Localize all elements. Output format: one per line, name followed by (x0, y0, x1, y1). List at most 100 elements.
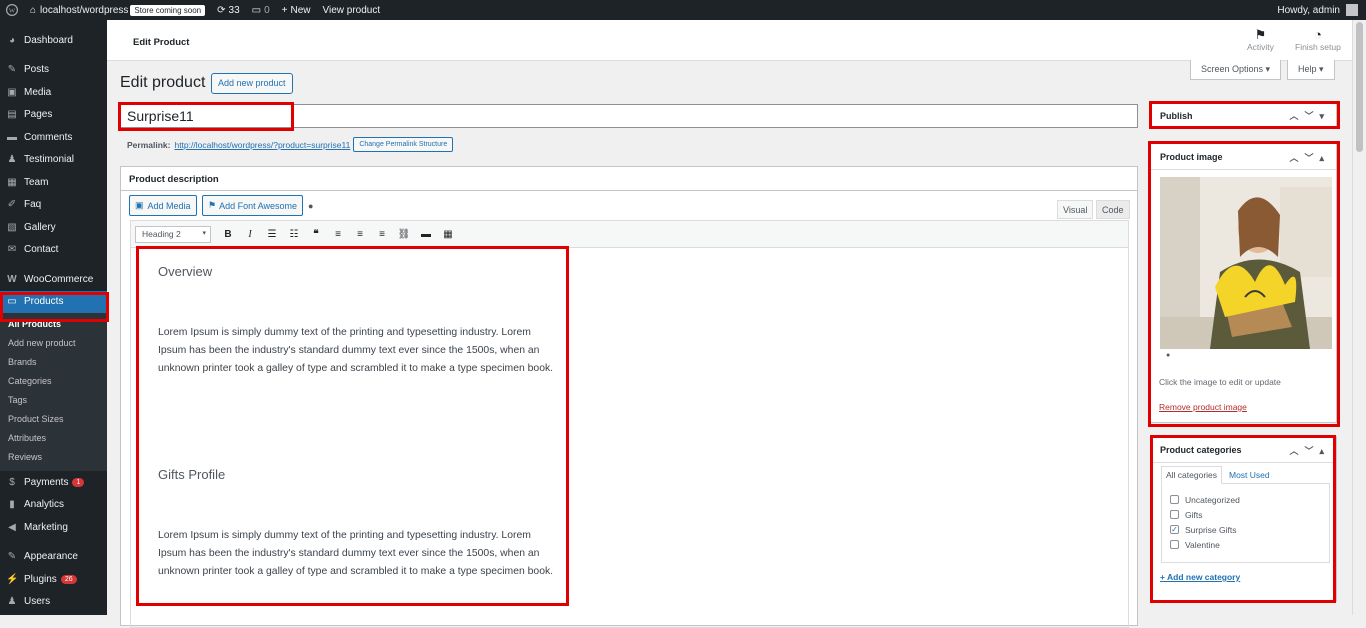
tab-most-used[interactable]: Most Used (1229, 470, 1270, 480)
blockquote-icon[interactable]: ❝ (305, 229, 327, 240)
sidebar-item-posts[interactable]: ✎ Posts (0, 59, 107, 82)
sidebar-item-contact[interactable]: ✉ Contact (0, 239, 107, 262)
bold-icon[interactable]: B (217, 229, 239, 240)
media-icon: ▣ (135, 200, 144, 210)
editor-toolbar: Heading 2 ▾ B I ☰ ☷ ❝ ≡ ≡ ≡ ⛓ ▬ ▦ (130, 220, 1129, 248)
remove-product-image-link[interactable]: Remove product image (1159, 402, 1247, 412)
submenu-all-products[interactable]: All Products (0, 316, 107, 335)
permalink-link[interactable]: http://localhost/wordpress/?product=surp… (174, 140, 350, 150)
sidebar-item-testimonial[interactable]: ♟ Testimonial (0, 149, 107, 172)
add-media-button[interactable]: ▣ Add Media (129, 195, 197, 216)
submenu-brands[interactable]: Brands (0, 354, 107, 373)
bullet-list-icon[interactable]: ☰ (261, 229, 283, 240)
product-title-input[interactable]: Surprise11 (119, 104, 1138, 128)
numbered-list-icon[interactable]: ☷ (283, 229, 305, 240)
dashboard-icon: ◕ (8, 34, 16, 46)
category-item-valentine[interactable]: Valentine (1162, 537, 1329, 552)
activity-button[interactable]: ⚑ Activity (1247, 28, 1274, 53)
comments-link[interactable]: ▭ 0 (246, 0, 276, 20)
format-select[interactable]: Heading 2 ▾ (135, 225, 211, 243)
sidebar-item-pages[interactable]: ▤ Pages (0, 104, 107, 127)
align-center-icon[interactable]: ≡ (349, 229, 371, 240)
submenu-reviews[interactable]: Reviews (0, 449, 107, 468)
category-item-surprise-gifts[interactable]: ✓ Surprise Gifts (1162, 522, 1329, 537)
sidebar-item-appearance[interactable]: ✎ Appearance (0, 546, 107, 569)
submenu-attributes[interactable]: Attributes (0, 430, 107, 449)
person-icon: ♟ (7, 154, 17, 166)
add-new-category-link[interactable]: + Add new category (1160, 572, 1240, 582)
sidebar-item-media[interactable]: ▣ Media (0, 81, 107, 104)
product-image[interactable] (1160, 177, 1332, 349)
tab-all-categories[interactable]: All categories (1161, 466, 1223, 484)
admin-sidebar: ◕ Dashboard ✎ Posts ▣ Media ▤ Pages ▬ Comment… (0, 20, 107, 615)
link-icon[interactable]: ⛓ (393, 229, 415, 240)
page-scrollbar[interactable] (1352, 20, 1366, 615)
site-link[interactable]: ⌂ localhost/wordpress Store coming soon (24, 0, 211, 20)
help-icon[interactable]: ● (308, 201, 313, 211)
faq-icon: ✐ (7, 199, 17, 211)
sidebar-item-users[interactable]: ♟ Users (0, 591, 107, 614)
change-permalink-button[interactable]: Change Permalink Structure (353, 137, 454, 152)
box-controls[interactable]: ︿﹀▴ (1289, 444, 1330, 457)
read-more-icon[interactable]: ▬ (415, 229, 437, 240)
checkbox-checked[interactable]: ✓ (1170, 525, 1179, 534)
sidebar-item-products[interactable]: ▭ Products (0, 290, 107, 313)
mail-icon: ✉ (7, 244, 17, 256)
product-image-header[interactable]: Product image ︿﹀▴ (1151, 144, 1336, 170)
submenu-tags[interactable]: Tags (0, 392, 107, 411)
sidebar-item-analytics[interactable]: ▮ Analytics (0, 494, 107, 517)
tab-code[interactable]: Code (1096, 200, 1130, 219)
box-controls[interactable]: ︿﹀▴ (1289, 151, 1330, 164)
editor-area[interactable]: Overview Lorem Ipsum is simply dummy tex… (130, 248, 1129, 628)
checkbox[interactable] (1170, 540, 1179, 549)
howdy-link[interactable]: Howdy, admin (1277, 5, 1340, 16)
checkbox[interactable] (1170, 510, 1179, 519)
tab-visual[interactable]: Visual (1057, 200, 1094, 219)
pages-icon: ▤ (7, 109, 17, 121)
screen-options-button[interactable]: Screen Options ▾ (1190, 60, 1282, 80)
add-new-product-button[interactable]: Add new product (211, 73, 293, 94)
finish-setup-button[interactable]: ◔ Finish setup (1295, 28, 1341, 53)
box-controls[interactable]: ︿﹀▾ (1289, 109, 1330, 122)
team-icon: ▦ (7, 176, 17, 188)
publish-header[interactable]: Publish ︿﹀▾ (1151, 104, 1336, 130)
sidebar-item-plugins[interactable]: ⚡ Plugins 26 (0, 568, 107, 591)
updates-link[interactable]: ⟳ 33 (211, 0, 246, 20)
sidebar-item-gallery[interactable]: ▧ Gallery (0, 216, 107, 239)
sidebar-item-team[interactable]: ▦ Team (0, 171, 107, 194)
submenu-add-new-product[interactable]: Add new product (0, 335, 107, 354)
plugins-badge: 26 (60, 574, 77, 584)
analytics-icon: ▮ (9, 499, 15, 511)
sidebar-item-dashboard[interactable]: ◕ Dashboard (0, 29, 107, 52)
checkbox[interactable] (1170, 495, 1179, 504)
sidebar-item-comments[interactable]: ▬ Comments (0, 126, 107, 149)
product-categories-header[interactable]: Product categories ︿﹀▴ (1151, 437, 1336, 463)
content-heading-gifts-profile: Gifts Profile (158, 467, 226, 482)
new-link[interactable]: + New (276, 0, 317, 20)
italic-icon[interactable]: I (239, 229, 261, 240)
submenu-categories[interactable]: Categories (0, 373, 107, 392)
payments-badge: 1 (72, 477, 85, 487)
category-item-gifts[interactable]: Gifts (1162, 507, 1329, 522)
align-left-icon[interactable]: ≡ (327, 229, 349, 240)
scrollbar-thumb[interactable] (1356, 22, 1363, 152)
wordpress-icon[interactable]: W (0, 0, 24, 20)
submenu-product-sizes[interactable]: Product Sizes (0, 411, 107, 430)
sidebar-item-marketing[interactable]: ◀ Marketing (0, 516, 107, 539)
sidebar-item-woocommerce[interactable]: W WooCommerce (0, 268, 107, 291)
page-title: Edit product (120, 74, 206, 91)
info-icon[interactable]: ● (1166, 352, 1170, 359)
help-button[interactable]: Help ▾ (1287, 60, 1335, 80)
align-right-icon[interactable]: ≡ (371, 229, 393, 240)
add-font-awesome-button[interactable]: ⚑ Add Font Awesome (202, 195, 303, 216)
product-categories-box: Product categories ︿﹀▴ All categories Mo… (1150, 436, 1337, 602)
sidebar-item-faq[interactable]: ✐ Faq (0, 194, 107, 217)
plus-icon: + (281, 4, 288, 16)
comment-icon: ▭ (251, 4, 262, 16)
view-product-link[interactable]: View product (317, 0, 387, 20)
sidebar-item-payments[interactable]: $ Payments 1 (0, 471, 107, 494)
category-item-uncategorized[interactable]: Uncategorized (1162, 492, 1329, 507)
toolbar-toggle-icon[interactable]: ▦ (437, 229, 459, 240)
appearance-icon: ✎ (7, 551, 17, 563)
avatar[interactable] (1346, 4, 1358, 16)
